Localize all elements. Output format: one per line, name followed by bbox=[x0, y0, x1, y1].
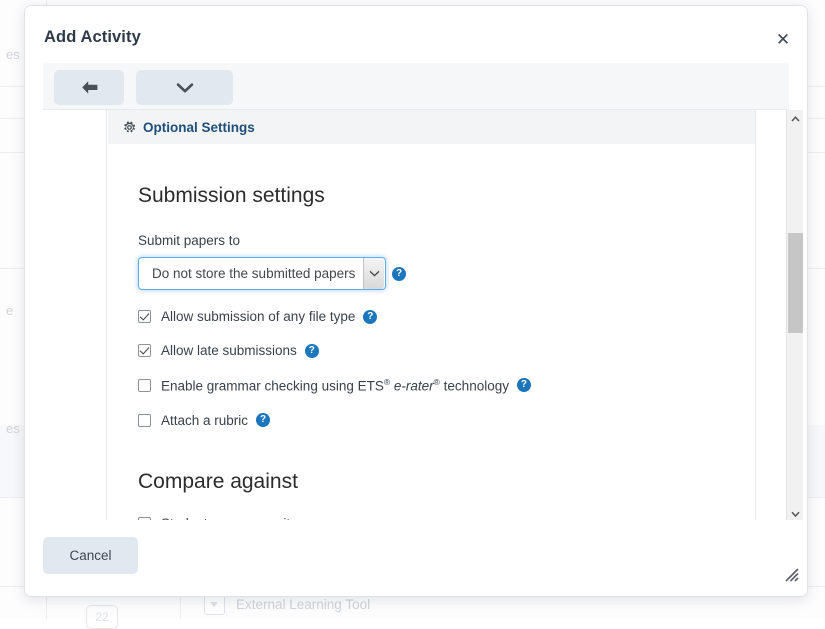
settings-form: Submission settings Submit papers to Do … bbox=[108, 144, 755, 522]
chevron-down-icon bbox=[210, 602, 218, 607]
page-title: Add Activity bbox=[44, 28, 141, 47]
help-icon[interactable]: ? bbox=[392, 267, 406, 281]
submit-papers-to-select[interactable]: Do not store the submitted papers bbox=[138, 257, 386, 290]
submit-papers-to-row: Do not store the submitted papers ? bbox=[138, 257, 755, 290]
optional-settings-section-header[interactable]: Optional Settings bbox=[108, 110, 755, 144]
expand-collapse-button[interactable] bbox=[136, 70, 233, 105]
background-row-text: es bbox=[6, 47, 20, 62]
background-row-text: es bbox=[6, 421, 20, 436]
settings-scroll-region: Optional Settings Submission settings Su… bbox=[43, 110, 789, 522]
resize-grip-icon bbox=[784, 567, 800, 583]
checkbox-row-attach-rubric[interactable]: Attach a rubric ? bbox=[138, 413, 755, 428]
checkbox-attach-rubric[interactable] bbox=[138, 414, 151, 427]
settings-scrollbar[interactable] bbox=[786, 110, 803, 522]
checkbox-grammar-checking[interactable] bbox=[138, 379, 151, 392]
compare-against-heading: Compare against bbox=[138, 470, 755, 494]
resize-grip-icon[interactable] bbox=[784, 567, 800, 583]
checkbox-allow-any-file-type[interactable] bbox=[138, 310, 151, 323]
chevron-down-icon bbox=[176, 82, 194, 94]
checkbox-row-grammar-checking[interactable]: Enable grammar checking using ETS® e-rat… bbox=[138, 377, 755, 394]
scrollbar-thumb[interactable] bbox=[788, 233, 803, 333]
submission-settings-heading: Submission settings bbox=[138, 184, 755, 208]
checkbox-label: Allow submission of any file type bbox=[161, 309, 355, 324]
add-activity-modal: Add Activity ✕ Optional Settings Submiss… bbox=[24, 5, 808, 597]
cancel-button[interactable]: Cancel bbox=[43, 537, 138, 574]
background-count-pill: 22 bbox=[86, 605, 118, 629]
help-icon[interactable]: ? bbox=[517, 378, 531, 392]
help-icon[interactable]: ? bbox=[363, 310, 377, 324]
help-icon[interactable]: ? bbox=[305, 344, 319, 358]
optional-settings-label: Optional Settings bbox=[143, 120, 255, 135]
background-row-text: e bbox=[6, 303, 13, 318]
chevron-up-icon bbox=[791, 116, 800, 122]
form-left-gutter bbox=[43, 110, 107, 522]
scrollbar-up-button[interactable] bbox=[787, 110, 804, 127]
modal-toolbar bbox=[43, 63, 789, 110]
gear-icon bbox=[123, 121, 136, 134]
checkbox-label: Enable grammar checking using ETS® e-rat… bbox=[161, 377, 509, 394]
close-icon[interactable]: ✕ bbox=[769, 26, 797, 54]
arrow-left-icon bbox=[80, 80, 99, 95]
modal-footer: Cancel bbox=[25, 520, 807, 596]
modal-header: Add Activity ✕ bbox=[25, 6, 807, 63]
help-icon[interactable]: ? bbox=[256, 413, 270, 427]
checkbox-label: Allow late submissions bbox=[161, 343, 297, 358]
background-row-text: External Learning Tool bbox=[236, 597, 370, 612]
submit-papers-to-label: Submit papers to bbox=[138, 233, 755, 248]
checkbox-row-allow-late-submissions[interactable]: Allow late submissions ? bbox=[138, 343, 755, 358]
checkbox-allow-late-submissions[interactable] bbox=[138, 344, 151, 357]
checkbox-row-allow-any-file-type[interactable]: Allow submission of any file type ? bbox=[138, 309, 755, 324]
back-button[interactable] bbox=[54, 70, 124, 105]
form-right-gutter bbox=[755, 110, 756, 522]
chevron-down-icon bbox=[791, 511, 800, 517]
checkbox-label: Attach a rubric bbox=[161, 413, 248, 428]
